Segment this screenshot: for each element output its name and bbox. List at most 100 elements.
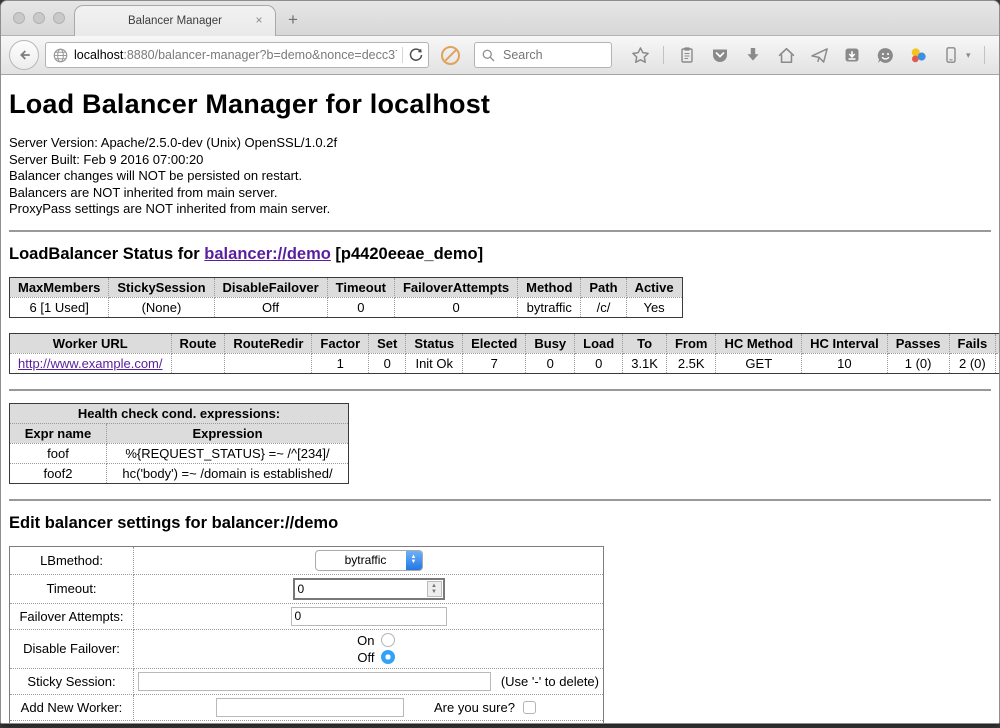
table-header-row: Worker URL Route RouteRedir Factor Set S… [10, 333, 1000, 353]
worker-row: http://www.example.com/ 1 0 Init Ok 7 0 … [10, 353, 1000, 373]
zoom-window-button[interactable] [53, 12, 65, 24]
search-input[interactable] [501, 47, 605, 63]
column-header: Route [171, 333, 225, 353]
chat-smiley-icon[interactable] [875, 45, 895, 65]
table-cell: /c/ [581, 297, 626, 317]
timeout-input[interactable] [295, 582, 427, 596]
balancer-status-table: MaxMembers StickySession DisableFailover… [9, 277, 683, 318]
reading-list-icon[interactable] [677, 45, 697, 65]
column-header: Path [581, 277, 626, 297]
column-header: HC Method [716, 333, 802, 353]
table-cell: Yes [626, 297, 682, 317]
video-download-icon[interactable] [842, 45, 862, 65]
table-cell: 1 (0) [887, 353, 949, 373]
off-label: Off [357, 650, 374, 665]
url-bar[interactable]: localhost:8880/balancer-manager?b=demo&n… [45, 42, 429, 68]
tracking-blocked-icon[interactable] [441, 46, 460, 65]
table-row: foof %{REQUEST_STATUS} =~ /^[234]/ [10, 443, 349, 463]
form-row-submit: Submit [10, 720, 604, 724]
column-header: HC uri [996, 333, 999, 353]
table-cell: Off [214, 297, 327, 317]
browser-window: Balancer Manager × + localhost:8880/bala… [0, 0, 1000, 724]
new-tab-button[interactable]: + [288, 10, 298, 30]
back-button[interactable] [9, 40, 39, 70]
lbmethod-selected-value: bytraffic [326, 553, 406, 567]
table-cell: Init Ok [406, 353, 463, 373]
number-spinner-icon[interactable]: ▲▼ [427, 581, 442, 597]
lbmethod-select[interactable]: bytraffic ▲▼ [315, 550, 423, 571]
back-arrow-icon [16, 47, 32, 63]
on-label: On [357, 633, 374, 648]
table-cell: 6 [1 Used] [10, 297, 109, 317]
column-header: To [623, 333, 667, 353]
minimize-window-button[interactable] [33, 12, 45, 24]
table-header-row: Expr name Expression [10, 423, 349, 443]
device-caret-icon[interactable]: ▾ [966, 50, 971, 61]
disable-failover-label: Disable Failover: [10, 629, 134, 668]
toolbar-divider [984, 46, 985, 64]
balancer-demo-link[interactable]: balancer://demo [204, 245, 331, 263]
bookmark-star-icon[interactable] [630, 45, 650, 65]
reload-icon[interactable] [408, 47, 424, 63]
table-cell: 0 [575, 353, 623, 373]
add-worker-input[interactable] [216, 698, 404, 717]
table-cell: 2.5K [666, 353, 716, 373]
send-plane-icon[interactable] [809, 45, 829, 65]
column-header: RouteRedir [225, 333, 312, 353]
are-you-sure-checkbox[interactable] [523, 701, 536, 714]
failover-attempts-label: Failover Attempts: [10, 603, 134, 629]
url-divider [402, 47, 403, 63]
form-row-lbmethod: LBmethod: bytraffic ▲▼ [10, 546, 604, 574]
column-header: DisableFailover [214, 277, 327, 297]
color-picker-icon[interactable] [908, 45, 928, 65]
column-header: StickySession [109, 277, 214, 297]
search-bar[interactable] [474, 42, 612, 68]
disable-failover-off-radio[interactable] [381, 650, 395, 664]
sticky-session-hint: (Use '-' to delete) [501, 674, 599, 689]
home-icon[interactable] [776, 45, 796, 65]
column-header: Status [406, 333, 463, 353]
column-header: Active [626, 277, 682, 297]
toolbar-icons: ▾ [630, 45, 1000, 65]
form-row-failover: Failover Attempts: [10, 603, 604, 629]
lbmethod-label: LBmethod: [10, 546, 134, 574]
status-heading-suffix: [p4420eeae_demo] [331, 245, 483, 263]
column-header: Set [369, 333, 406, 353]
sticky-session-input[interactable] [138, 672, 491, 691]
worker-url-link[interactable]: http://www.example.com/ [18, 356, 163, 371]
loadbalancer-status-heading: LoadBalancer Status for balancer://demo … [9, 245, 991, 264]
section-divider [9, 230, 991, 232]
tab-close-icon[interactable]: × [252, 13, 266, 27]
search-icon [481, 48, 496, 63]
table-cell: 0 [394, 297, 517, 317]
server-built: Server Built: Feb 9 2016 07:00:20 [9, 152, 991, 169]
table-cell: 0 [327, 297, 394, 317]
pocket-icon[interactable] [710, 45, 730, 65]
toolbar-divider [663, 46, 664, 64]
table-cell: 0 [369, 353, 406, 373]
disable-failover-options: On Off [138, 633, 599, 665]
sticky-session-label: Sticky Session: [10, 668, 134, 694]
form-row-add-worker: Add New Worker: Are you sure? [10, 694, 604, 720]
edit-settings-heading: Edit balancer settings for balancer://de… [9, 514, 991, 533]
table-cell: GET [716, 353, 802, 373]
download-icon[interactable] [743, 45, 763, 65]
disable-failover-on-radio[interactable] [381, 633, 395, 647]
expression-cell: %{REQUEST_STATUS} =~ /^[234]/ [107, 443, 349, 463]
column-header: HC Interval [802, 333, 888, 353]
column-header: Expression [107, 423, 349, 443]
notice-balancers: Balancers are NOT inherited from main se… [9, 185, 991, 202]
tab-balancer-manager[interactable]: Balancer Manager × [74, 5, 276, 36]
device-icon[interactable] [941, 45, 961, 65]
close-window-button[interactable] [13, 12, 25, 24]
radio-option-on[interactable]: On [343, 633, 395, 648]
tab-title: Balancer Manager [128, 15, 222, 27]
column-header: FailoverAttempts [394, 277, 517, 297]
radio-option-off[interactable]: Off [343, 650, 395, 665]
failover-attempts-input[interactable] [291, 607, 447, 626]
url-path: :8880/balancer-manager?b=demo&nonce=decc… [123, 48, 397, 62]
balancer-settings-form: LBmethod: bytraffic ▲▼ Timeout: ▲▼ [9, 546, 604, 724]
globe-icon [52, 47, 69, 64]
health-check-table: Health check cond. expressions: Expr nam… [9, 403, 349, 484]
server-info: Server Version: Apache/2.5.0-dev (Unix) … [9, 135, 991, 218]
